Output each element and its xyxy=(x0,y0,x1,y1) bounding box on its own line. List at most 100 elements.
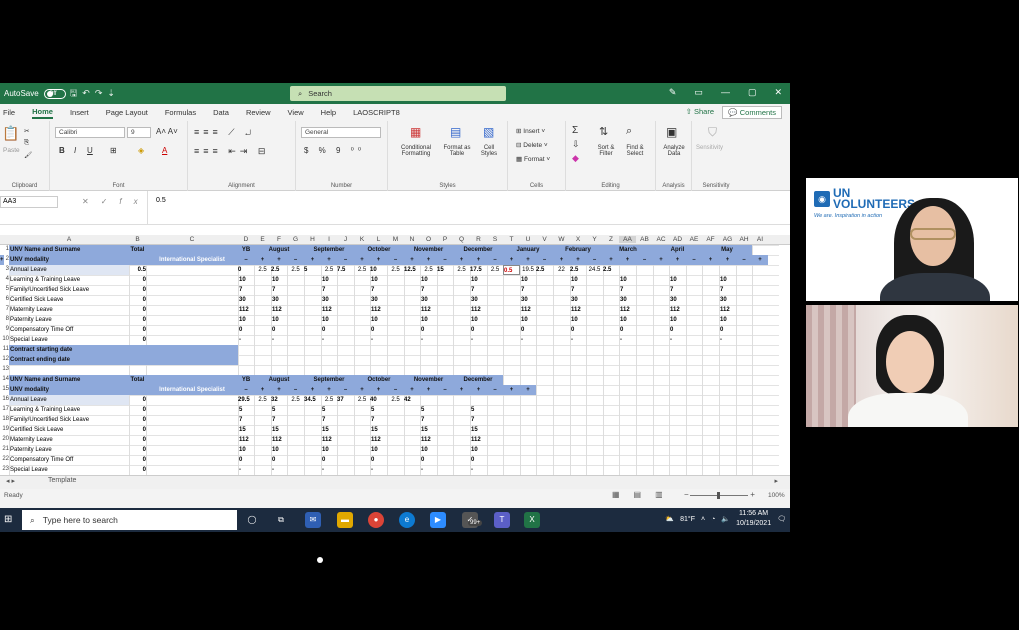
leave-type-label[interactable]: Maternity Leave xyxy=(9,435,129,445)
sign-cell[interactable]: + xyxy=(503,385,520,395)
column-header-d[interactable]: D xyxy=(238,236,254,243)
sign-cell[interactable]: – xyxy=(487,255,503,265)
contract-end-label[interactable]: Contract ending date xyxy=(9,355,129,365)
tab-prev-icon[interactable]: ◂ ▸ xyxy=(6,477,15,485)
leave-value[interactable]: 7 xyxy=(238,415,254,425)
annual-leave-value[interactable]: 29.5 xyxy=(238,395,254,405)
tab-home[interactable]: Home xyxy=(32,107,53,119)
annual-leave-value[interactable]: 10 xyxy=(370,265,387,275)
column-header-aa[interactable]: AA xyxy=(619,236,636,243)
leave-value[interactable]: 15 xyxy=(238,425,254,435)
leave-type-label[interactable]: Paternity Leave xyxy=(9,445,129,455)
contract-end-value[interactable] xyxy=(129,355,146,365)
sign-cell[interactable]: + xyxy=(420,255,437,265)
sign-cell[interactable]: + xyxy=(603,255,619,265)
column-header-ae[interactable]: AE xyxy=(686,236,702,243)
annual-leave-value[interactable]: 5 xyxy=(304,265,321,275)
month-header[interactable]: YB xyxy=(238,375,254,385)
leave-value[interactable]: 30 xyxy=(238,295,254,305)
name-header[interactable]: UNV Name and Surname xyxy=(9,245,129,255)
total-header[interactable]: Total xyxy=(129,375,146,385)
total-header[interactable]: Total xyxy=(129,245,146,255)
leave-value[interactable]: 0 xyxy=(470,325,487,335)
cell-styles-button[interactable]: Cell Styles xyxy=(476,145,502,157)
annual-leave-value[interactable]: 2.5 xyxy=(603,265,619,275)
format-painter-icon[interactable]: 🖌 xyxy=(24,151,32,159)
row-header[interactable]: 7 xyxy=(0,306,9,312)
annual-leave-value[interactable]: 40 xyxy=(370,395,387,405)
leave-value[interactable]: 7 xyxy=(470,285,487,295)
column-header-e[interactable]: E xyxy=(254,236,271,243)
format-table-icon[interactable]: ▤ xyxy=(450,125,461,139)
month-header[interactable]: August xyxy=(254,245,304,255)
horizontal-align-icons[interactable]: ≡≡≡ ⇤⇥ ⊟ xyxy=(194,146,269,157)
annual-leave-value[interactable]: 2.5 xyxy=(254,395,271,405)
annual-leave-value[interactable]: 17.5 xyxy=(470,265,487,275)
column-header-f[interactable]: F xyxy=(271,236,287,243)
notifications-icon[interactable]: 🗨 xyxy=(777,515,786,523)
leave-value[interactable]: 112 xyxy=(370,435,387,445)
leave-value[interactable]: - xyxy=(370,465,387,475)
column-header-z[interactable]: Z xyxy=(603,236,619,243)
sign-cell[interactable]: + xyxy=(453,385,470,395)
cut-icon[interactable]: ✂ xyxy=(24,127,29,135)
leave-value[interactable]: 7 xyxy=(271,415,287,425)
leave-value[interactable]: 30 xyxy=(321,295,337,305)
leave-value[interactable]: 7 xyxy=(520,285,536,295)
month-header[interactable]: January xyxy=(503,245,553,255)
modality-header[interactable]: UNV modality xyxy=(9,385,129,395)
month-header[interactable]: August xyxy=(254,375,304,385)
leave-total[interactable]: 0 xyxy=(129,285,146,295)
sign-cell[interactable]: + xyxy=(553,255,570,265)
sign-cell[interactable]: – xyxy=(437,385,453,395)
column-header-j[interactable]: J xyxy=(337,236,354,243)
leave-value[interactable]: 112 xyxy=(238,435,254,445)
underline-button[interactable]: U xyxy=(87,146,93,155)
annual-leave-value[interactable]: 2.5 xyxy=(287,265,304,275)
sign-cell[interactable]: – xyxy=(636,255,653,265)
annual-leave-value[interactable]: 22 xyxy=(553,265,570,275)
pen-icon[interactable]: ✎ xyxy=(669,87,677,98)
leave-value[interactable]: 0 xyxy=(420,325,437,335)
chrome-icon[interactable]: ● xyxy=(368,512,384,528)
leave-value[interactable]: 0 xyxy=(570,325,586,335)
annual-leave-value[interactable]: 34.5 xyxy=(304,395,321,405)
annual-leave-value[interactable]: 2.5 xyxy=(387,265,404,275)
modality-header[interactable]: UNV modality xyxy=(9,255,129,265)
leave-value[interactable]: 0 xyxy=(420,455,437,465)
analyze-data-button[interactable]: Analyze Data xyxy=(659,145,689,157)
teams-icon[interactable]: T xyxy=(494,512,510,528)
leave-value[interactable]: 0 xyxy=(470,455,487,465)
leave-value[interactable]: 112 xyxy=(321,305,337,315)
annual-leave-value[interactable]: 12.5 xyxy=(404,265,420,275)
leave-value[interactable]: 30 xyxy=(271,295,287,305)
zoom-slider[interactable]: − + xyxy=(684,490,764,499)
sign-cell[interactable]: + xyxy=(254,255,271,265)
row-header[interactable]: 8 xyxy=(0,316,9,322)
row-header[interactable]: 6 xyxy=(0,296,9,302)
leave-value[interactable]: 10 xyxy=(619,275,636,285)
sign-cell[interactable]: – xyxy=(387,255,404,265)
leave-value[interactable]: 112 xyxy=(420,435,437,445)
share-button[interactable]: ⇧ Share xyxy=(686,107,714,116)
leave-value[interactable]: 10 xyxy=(669,275,686,285)
month-header[interactable]: April xyxy=(653,245,702,255)
leave-value[interactable]: 112 xyxy=(619,305,636,315)
leave-value[interactable]: 112 xyxy=(669,305,686,315)
customize-icon[interactable]: ⇣ xyxy=(107,88,115,99)
sign-cell[interactable]: + xyxy=(0,255,4,265)
bold-button[interactable]: B xyxy=(59,146,65,155)
month-header[interactable]: September xyxy=(304,245,354,255)
leave-value[interactable]: 0 xyxy=(719,325,736,335)
tab-page-layout[interactable]: Page Layout xyxy=(106,108,148,117)
leave-value[interactable]: 7 xyxy=(321,415,337,425)
sign-cell[interactable]: + xyxy=(619,255,636,265)
column-header-u[interactable]: U xyxy=(520,236,536,243)
leave-value[interactable]: 15 xyxy=(420,425,437,435)
font-size-select[interactable]: 9 xyxy=(127,127,151,138)
modality-value[interactable]: International Specialist xyxy=(146,385,238,395)
column-header-p[interactable]: P xyxy=(437,236,453,243)
sign-cell[interactable]: + xyxy=(752,255,768,265)
leave-value[interactable]: 10 xyxy=(470,445,487,455)
zoom-out-icon[interactable]: − xyxy=(684,490,689,499)
